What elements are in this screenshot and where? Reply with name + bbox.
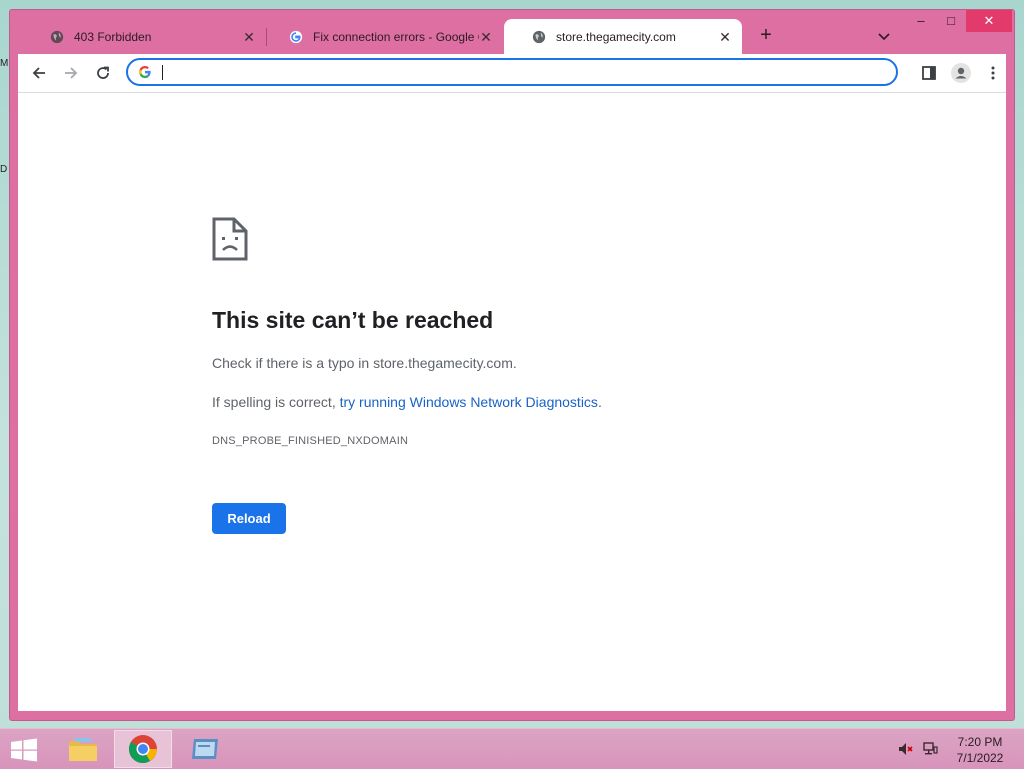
globe-icon [50, 30, 64, 44]
more-vert-icon [991, 66, 995, 80]
volume-muted-icon[interactable] [898, 741, 914, 757]
desktop-edge-label: D [0, 164, 8, 175]
clock-date: 7/1/2022 [956, 751, 1004, 765]
address-input[interactable] [160, 62, 880, 82]
browser-toolbar [18, 54, 1006, 92]
side-panel-icon [922, 66, 936, 80]
browser-window: 403 Forbidden ✕ Fix connection errors - … [10, 10, 1014, 720]
taskbar-file-explorer[interactable] [54, 730, 112, 768]
windows-start-icon[interactable] [10, 738, 38, 762]
tab-title: Fix connection errors - Google Chrome He… [313, 29, 479, 44]
avatar-icon [951, 63, 971, 83]
chrome-icon [129, 735, 157, 764]
close-tab-icon[interactable]: ✕ [242, 30, 256, 44]
tab-title: 403 Forbidden [74, 29, 152, 44]
maximize-button[interactable]: □ [936, 10, 966, 32]
desktop-edge-label: M [0, 58, 9, 69]
new-tab-button[interactable]: + [756, 25, 776, 46]
tab-store-thegamecity[interactable]: store.thegamecity.com ✕ [504, 19, 742, 54]
file-explorer-icon [69, 738, 97, 761]
tab-403-forbidden[interactable]: 403 Forbidden ✕ [22, 19, 266, 54]
error-message-typo: Check if there is a typo in store.thegam… [212, 355, 517, 371]
error-code: DNS_PROBE_FINISHED_NXDOMAIN [212, 435, 409, 447]
google-icon [289, 30, 303, 44]
arrow-right-icon [65, 67, 78, 79]
profile-button[interactable] [950, 62, 972, 84]
minimize-button[interactable]: – [906, 10, 936, 32]
refresh-icon [97, 66, 109, 79]
page-content: This site can’t be reached Check if ther… [18, 92, 1006, 711]
diagnostics-prefix: If spelling is correct, [212, 394, 340, 410]
reload-button[interactable]: Reload [212, 503, 286, 534]
tab-strip: 403 Forbidden ✕ Fix connection errors - … [10, 10, 1014, 54]
close-window-button[interactable]: ✕ [966, 10, 1012, 32]
system-clock[interactable]: 7:20 PM 7/1/2022 [952, 734, 1008, 766]
tab-fix-connection-errors[interactable]: Fix connection errors - Google Chrome He… [261, 19, 503, 54]
back-button[interactable] [28, 62, 50, 84]
error-title: This site can’t be reached [212, 307, 494, 333]
forward-button[interactable] [60, 62, 82, 84]
tab-title: store.thegamecity.com [556, 29, 676, 44]
text-caret [162, 65, 163, 80]
close-tab-icon[interactable]: ✕ [479, 30, 493, 44]
diagnostics-suffix: . [597, 394, 602, 410]
taskbar-app-window[interactable] [176, 730, 234, 768]
reload-toolbar-button[interactable] [92, 62, 114, 84]
side-panel-button[interactable] [918, 62, 940, 84]
globe-icon [532, 30, 546, 44]
address-bar[interactable] [126, 58, 898, 86]
close-tab-icon[interactable]: ✕ [718, 30, 732, 44]
taskbar-chrome[interactable] [114, 730, 172, 768]
app-window-icon [192, 739, 218, 759]
network-icon[interactable] [922, 741, 938, 757]
arrow-left-icon [32, 67, 45, 79]
google-icon [139, 66, 151, 79]
network-diagnostics-link[interactable]: try running Windows Network Diagnostics [340, 394, 598, 410]
tab-search-chevron-icon[interactable] [876, 28, 892, 44]
taskbar: 7:20 PM 7/1/2022 [0, 728, 1024, 769]
clock-time: 7:20 PM [957, 735, 1003, 749]
menu-button[interactable] [982, 62, 1004, 84]
error-message-diagnostics: If spelling is correct, try running Wind… [212, 394, 602, 410]
sad-page-icon [212, 217, 248, 261]
